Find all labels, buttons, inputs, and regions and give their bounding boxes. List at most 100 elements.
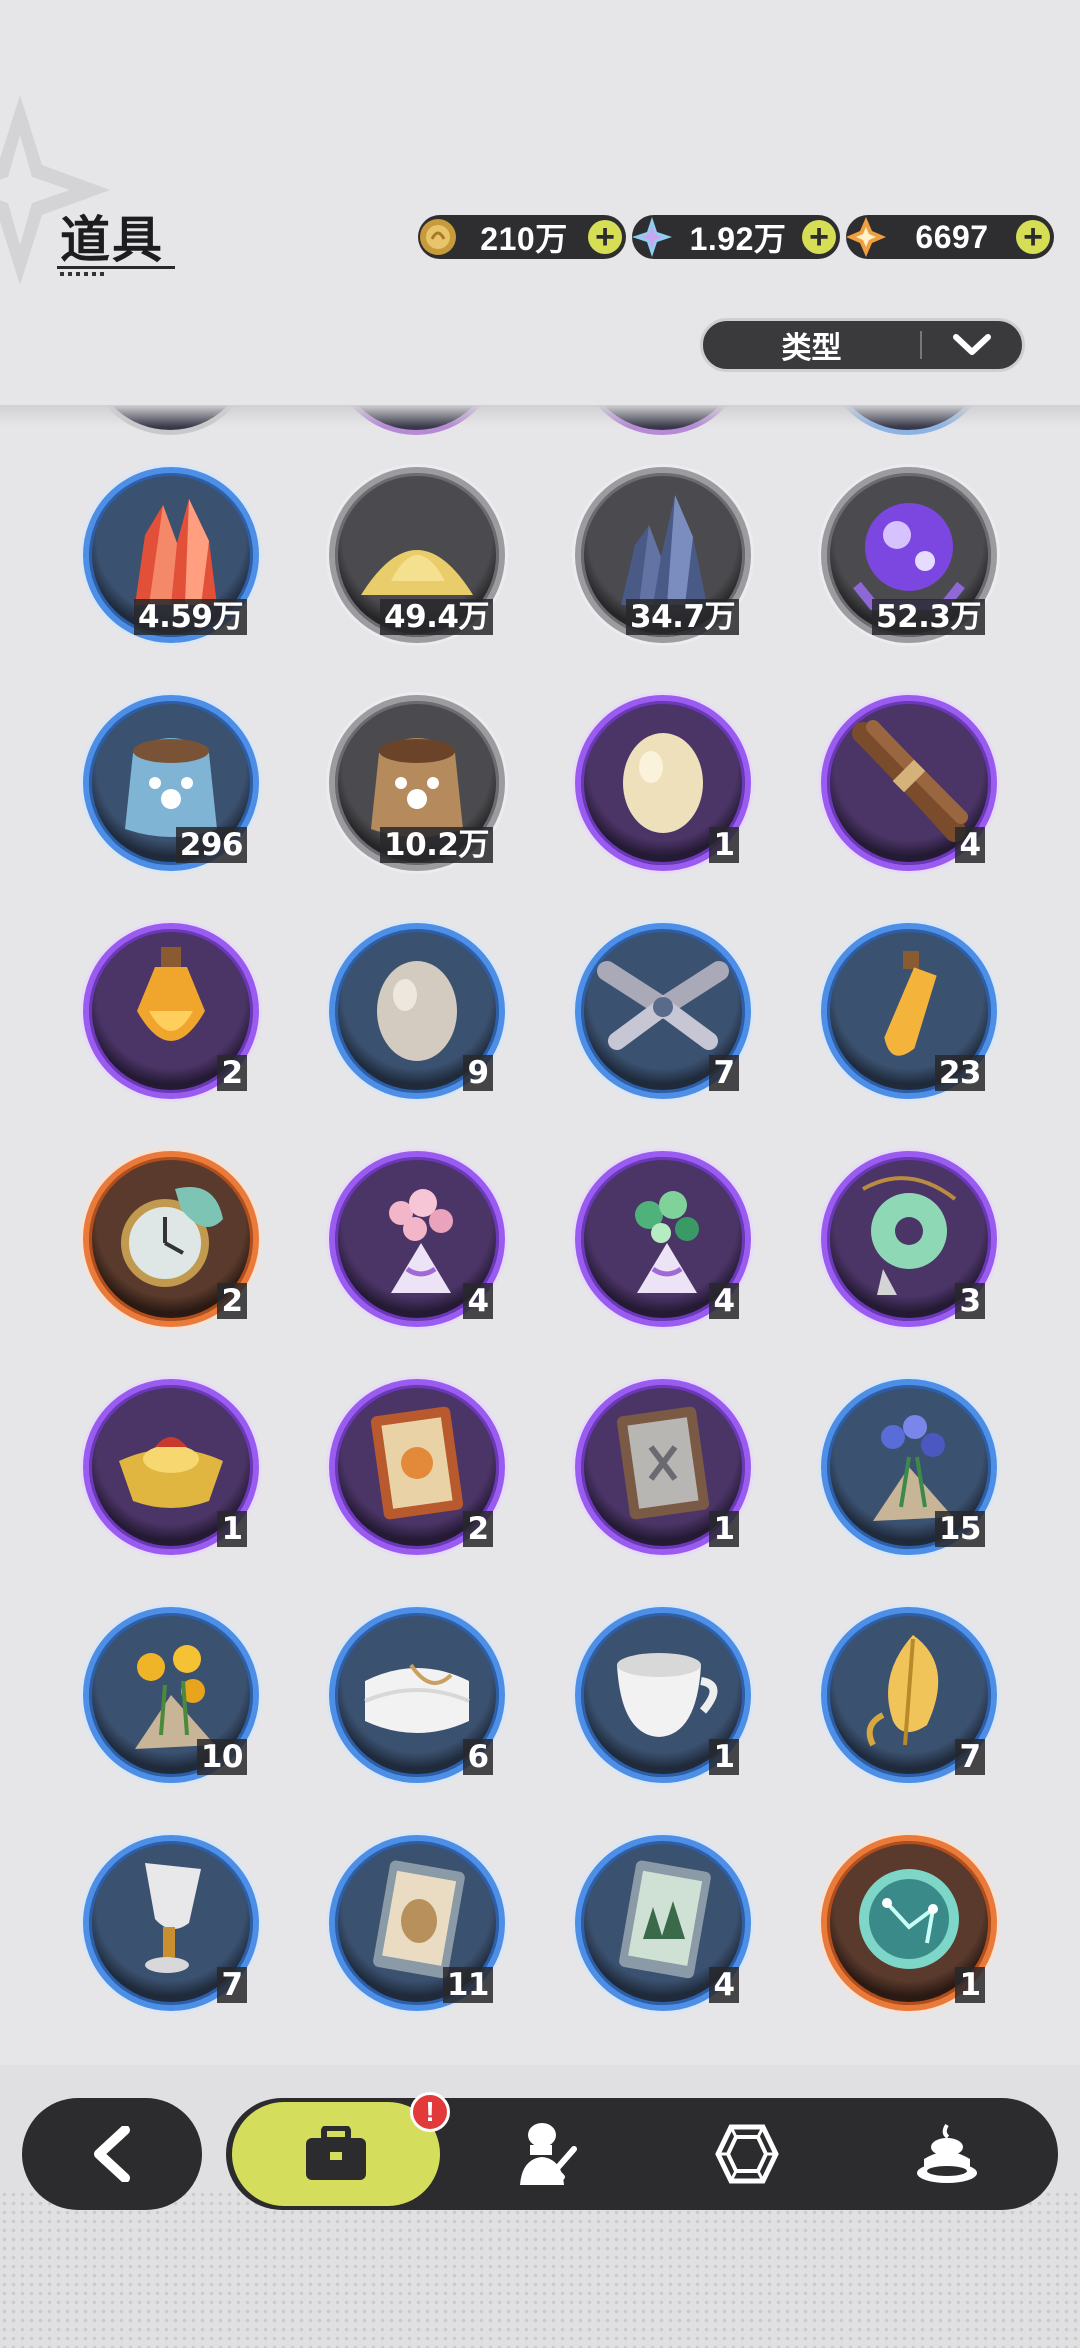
inventory-item-gray-book[interactable]: 1 <box>575 1379 751 1555</box>
item-count: 10 <box>196 1739 247 1775</box>
gold-ingot-icon <box>119 1437 223 1508</box>
item-count: 1 <box>955 1967 985 2003</box>
pink-flower-bouquet-icon <box>389 1189 453 1293</box>
add-star-button[interactable]: + <box>1016 220 1050 254</box>
item-count: 52.3万 <box>872 599 985 635</box>
beige-egg-icon <box>623 733 703 833</box>
item-count: 7 <box>217 1967 247 2003</box>
inventory-item-orange-book[interactable]: 2 <box>329 1379 505 1555</box>
inventory-item-brown-herb-bundle[interactable]: 4 <box>821 695 997 871</box>
golden-leaf-icon <box>866 1635 939 1747</box>
inventory-item-green-flower-bouquet[interactable]: 4 <box>575 1151 751 1327</box>
crystal-gem-icon <box>630 215 674 259</box>
alert-badge: ! <box>410 2092 450 2132</box>
inventory-item-brown-pet-food-bag[interactable]: 10.2万 <box>329 695 505 871</box>
hexagon-gem-icon <box>715 2124 779 2184</box>
inventory-item-gold-ingot[interactable]: 1 <box>83 1379 259 1555</box>
inventory-item-blue-pet-food-bag[interactable]: 296 <box>83 695 259 871</box>
currency-star-value: 6697 <box>915 218 989 255</box>
sunflower-bouquet-icon <box>135 1645 215 1749</box>
currency-gold-value: 210万 <box>480 221 568 257</box>
green-flower-bouquet-icon <box>635 1191 699 1293</box>
add-gold-button[interactable]: + <box>588 220 622 254</box>
item-count: 4 <box>955 827 985 863</box>
blue-pet-food-bag-icon <box>125 738 217 837</box>
inventory-item-white-towel[interactable]: 6 <box>329 1607 505 1783</box>
red-crystal-icon <box>135 499 217 605</box>
inventory-item-amber-potion-bottle[interactable]: 2 <box>83 923 259 1099</box>
blue-flower-bouquet-icon <box>873 1415 953 1521</box>
item-count: 1 <box>709 827 739 863</box>
inventory-item-dark-crystal[interactable]: 34.7万 <box>575 467 751 643</box>
briefcase-icon <box>306 2126 366 2180</box>
item-grid[interactable]: 4.59万 49.4万 34.7万 52.3万 296 10.2万 1 4 2 9 7 23 2 4 4 3 1… <box>0 405 1080 2065</box>
item-count: 4.59万 <box>134 599 247 635</box>
item-count: 4 <box>463 1283 493 1319</box>
inventory-item-amber-vial[interactable]: 23 <box>821 923 997 1099</box>
item-count: 7 <box>955 1739 985 1775</box>
inventory-item-sunflower-bouquet[interactable]: 10 <box>83 1607 259 1783</box>
type-filter-dropdown[interactable]: 类型 <box>700 318 1025 372</box>
tab-gems[interactable] <box>672 2098 822 2210</box>
item-count: 1 <box>709 1511 739 1547</box>
amber-potion-bottle-icon <box>137 947 205 1041</box>
white-towel-icon <box>364 1663 470 1733</box>
item-count: 11 <box>442 1967 493 2003</box>
tab-food[interactable] <box>872 2098 1022 2210</box>
inventory-item-blue-flower-bouquet[interactable]: 15 <box>821 1379 997 1555</box>
title-dots <box>60 272 108 276</box>
filter-label: 类型 <box>781 331 842 366</box>
orange-book-icon <box>370 1406 464 1520</box>
item-count: 23 <box>934 1055 985 1091</box>
currency-star: 6697 + <box>846 215 1054 259</box>
inventory-item-sack-card[interactable]: 11 <box>329 1835 505 2011</box>
inventory-item-goblet[interactable]: 7 <box>83 1835 259 2011</box>
tab-items[interactable]: ! <box>232 2092 450 2206</box>
inventory-item-gold-sand[interactable]: 49.4万 <box>329 467 505 643</box>
inventory-item-white-egg[interactable]: 9 <box>329 923 505 1099</box>
gold-sand-icon <box>361 550 473 595</box>
grid-top-shadow <box>0 405 1080 427</box>
inventory-item-pocket-watch[interactable]: 2 <box>83 1151 259 1327</box>
back-button[interactable] <box>22 2098 202 2210</box>
item-count: 2 <box>217 1055 247 1091</box>
inventory-item-red-crystal[interactable]: 4.59万 <box>83 467 259 643</box>
brown-pet-food-bag-icon <box>371 738 463 837</box>
inventory-item-tea-cup[interactable]: 1 <box>575 1607 751 1783</box>
item-count: 1 <box>709 1739 739 1775</box>
item-count: 3 <box>955 1283 985 1319</box>
item-count: 10.2万 <box>380 827 493 863</box>
item-count: 1 <box>217 1511 247 1547</box>
weapon-bust-icon <box>520 2123 577 2185</box>
chevron-down-icon <box>922 333 1022 357</box>
tab-characters[interactable] <box>472 2098 622 2210</box>
bottom-pattern <box>0 2190 1080 2348</box>
currency-crystal-value: 1.92万 <box>689 221 787 257</box>
sack-card-icon <box>373 1860 465 1979</box>
add-crystal-button[interactable]: + <box>802 220 836 254</box>
item-count: 9 <box>463 1055 493 1091</box>
tea-cup-icon <box>617 1653 718 1737</box>
bottom-nav-bar: ! <box>226 2092 1058 2210</box>
inventory-item-constellation-orb[interactable]: 1 <box>821 1835 997 2011</box>
forest-card-icon <box>619 1860 711 1979</box>
item-count: 2 <box>217 1283 247 1319</box>
inventory-item-purple-orb[interactable]: 52.3万 <box>821 467 997 643</box>
page-title: 道具 <box>60 211 164 269</box>
item-count: 296 <box>175 827 247 863</box>
gray-herb-bundle-icon <box>597 961 729 1050</box>
item-count: 6 <box>463 1739 493 1775</box>
inventory-item-beige-egg[interactable]: 1 <box>575 695 751 871</box>
item-count: 34.7万 <box>626 599 739 635</box>
item-count: 49.4万 <box>380 599 493 635</box>
currency-crystal: 1.92万 + <box>632 215 840 259</box>
inventory-item-jade-pendant[interactable]: 3 <box>821 1151 997 1327</box>
inventory-item-gray-herb-bundle[interactable]: 7 <box>575 923 751 1099</box>
inventory-item-forest-card[interactable]: 4 <box>575 1835 751 2011</box>
item-count: 15 <box>934 1511 985 1547</box>
constellation-orb-icon <box>859 1869 959 1969</box>
white-egg-icon <box>377 961 457 1061</box>
inventory-item-pink-flower-bouquet[interactable]: 4 <box>329 1151 505 1327</box>
item-count: 4 <box>709 1967 739 2003</box>
inventory-item-golden-leaf[interactable]: 7 <box>821 1607 997 1783</box>
